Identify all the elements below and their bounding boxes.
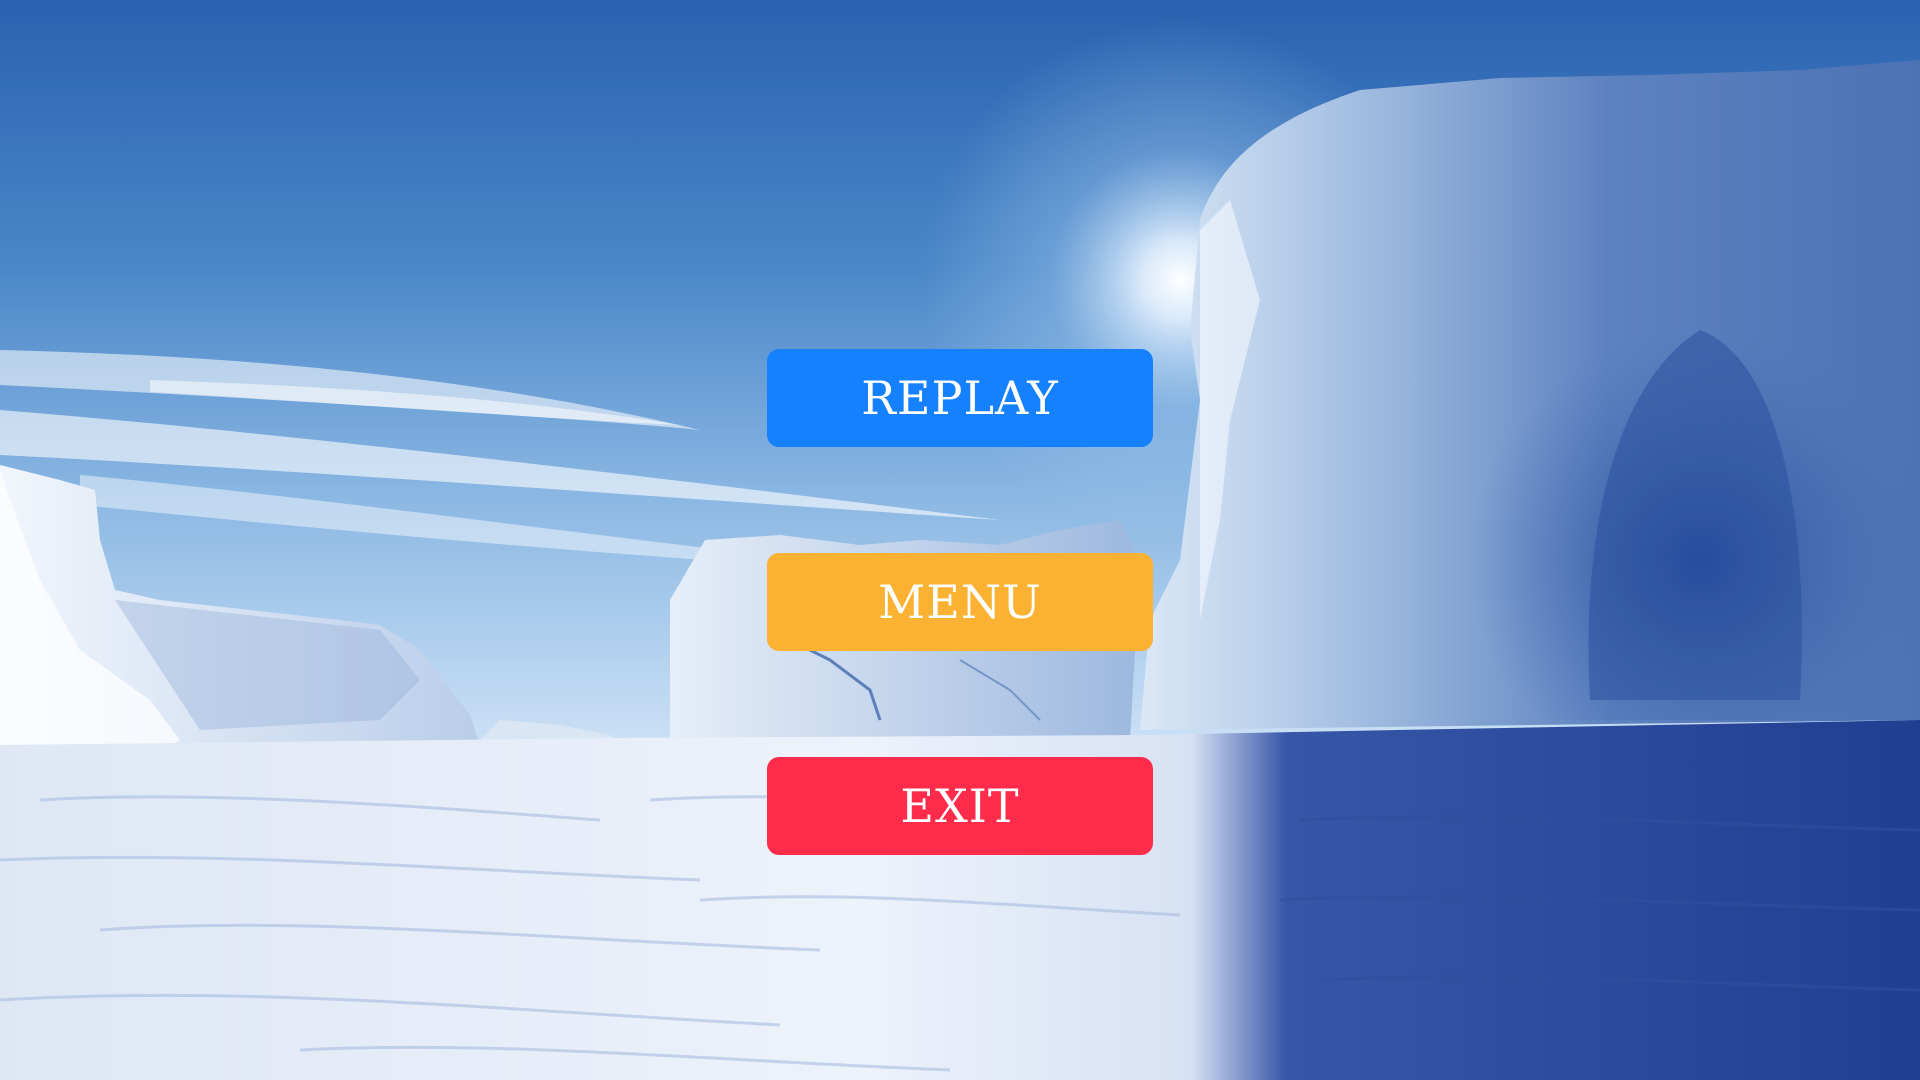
replay-button[interactable]: REPLAY [767, 349, 1153, 447]
end-game-menu: REPLAY MENU EXIT [767, 349, 1153, 855]
exit-button[interactable]: EXIT [767, 757, 1153, 855]
menu-button[interactable]: MENU [767, 553, 1153, 651]
